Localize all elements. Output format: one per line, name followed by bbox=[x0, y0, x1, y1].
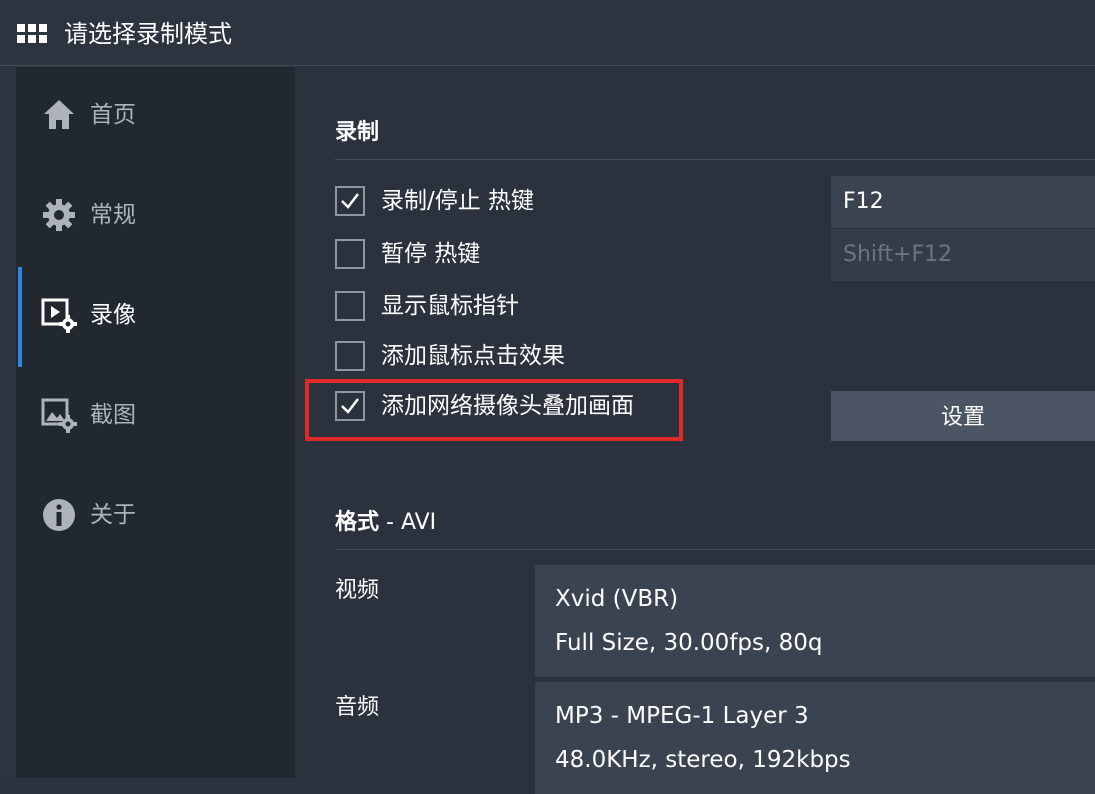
title-bar: 请选择录制模式 bbox=[0, 0, 1095, 66]
window-border bbox=[0, 67, 16, 778]
image-settings-icon bbox=[41, 397, 77, 433]
sidebar-item-label: 截图 bbox=[90, 402, 136, 428]
section-divider bbox=[335, 159, 1095, 160]
video-settings-icon bbox=[41, 297, 77, 333]
audio-codec: MP3 - MPEG-1 Layer 3 bbox=[555, 703, 809, 729]
option-pause-hotkey[interactable]: 暂停 热键 bbox=[335, 237, 695, 273]
sidebar-item-home[interactable]: 首页 bbox=[16, 67, 295, 167]
video-codec: Xvid (VBR) bbox=[555, 586, 679, 612]
video-format-box[interactable]: Xvid (VBR) Full Size, 30.00fps, 80q bbox=[535, 565, 1095, 677]
option-record-hotkey[interactable]: 录制/停止 热键 bbox=[335, 184, 695, 220]
option-label: 显示鼠标指针 bbox=[381, 293, 519, 319]
format-title: 格式 bbox=[335, 510, 380, 535]
sidebar-item-about[interactable]: 关于 bbox=[16, 467, 295, 567]
option-click-effect[interactable]: 添加鼠标点击效果 bbox=[335, 339, 695, 375]
sidebar-item-video[interactable]: 录像 bbox=[16, 267, 295, 367]
sidebar-item-label: 常规 bbox=[90, 202, 136, 228]
settings-panel: 录制 录制/停止 热键 F12 暂停 热键 Shift+F12 显示鼠标指针 添… bbox=[295, 67, 1095, 794]
format-suffix: - AVI bbox=[379, 510, 437, 535]
gear-icon bbox=[41, 197, 77, 233]
home-icon bbox=[41, 97, 77, 133]
checkbox-unchecked[interactable] bbox=[335, 291, 365, 321]
video-label: 视频 bbox=[335, 578, 380, 603]
audio-details: 48.0KHz, stereo, 192kbps bbox=[555, 747, 851, 773]
pause-hotkey-field: Shift+F12 bbox=[831, 229, 1095, 281]
option-show-cursor[interactable]: 显示鼠标指针 bbox=[335, 289, 695, 325]
checkbox-checked[interactable] bbox=[335, 186, 365, 216]
sidebar-item-label: 关于 bbox=[90, 502, 136, 528]
option-label: 录制/停止 热键 bbox=[381, 188, 535, 214]
info-icon bbox=[41, 497, 77, 533]
audio-format-box[interactable]: MP3 - MPEG-1 Layer 3 48.0KHz, stereo, 19… bbox=[535, 682, 1095, 794]
record-hotkey-field[interactable]: F12 bbox=[831, 176, 1095, 228]
sidebar-item-screenshot[interactable]: 截图 bbox=[16, 367, 295, 467]
audio-label: 音频 bbox=[335, 695, 380, 720]
grid-icon[interactable] bbox=[17, 24, 47, 44]
checkbox-unchecked[interactable] bbox=[335, 239, 365, 269]
option-label: 暂停 热键 bbox=[381, 241, 481, 267]
sidebar-item-label: 录像 bbox=[90, 302, 136, 328]
sidebar: 首页 常规 录像 截图 关于 bbox=[16, 67, 295, 778]
webcam-settings-button[interactable]: 设置 bbox=[831, 391, 1095, 441]
sidebar-item-general[interactable]: 常规 bbox=[16, 167, 295, 267]
highlight-annotation bbox=[305, 379, 683, 441]
section-divider bbox=[335, 549, 1095, 550]
format-section-title: 格式 - AVI bbox=[335, 509, 436, 537]
window-title: 请选择录制模式 bbox=[64, 20, 232, 48]
option-label: 添加鼠标点击效果 bbox=[381, 343, 565, 369]
sidebar-item-label: 首页 bbox=[90, 102, 136, 128]
checkbox-unchecked[interactable] bbox=[335, 341, 365, 371]
recording-section-title: 录制 bbox=[335, 120, 380, 145]
video-details: Full Size, 30.00fps, 80q bbox=[555, 630, 823, 656]
